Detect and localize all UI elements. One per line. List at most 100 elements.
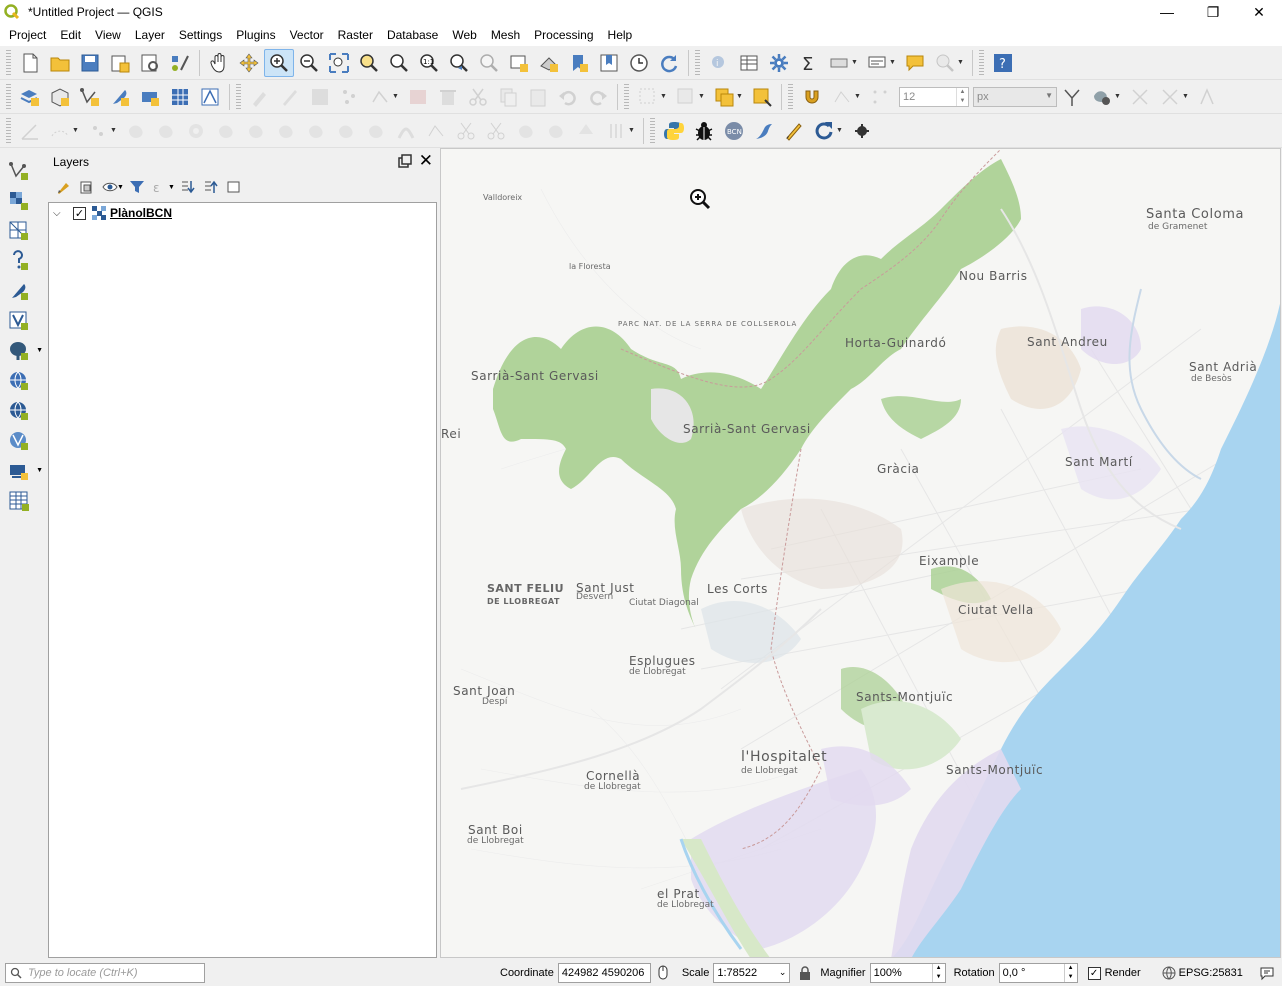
delete-ring-button[interactable] [271, 117, 301, 145]
snapping-type-button[interactable] [827, 83, 857, 111]
delete-selected-button[interactable] [433, 83, 463, 111]
undo-button[interactable] [553, 83, 583, 111]
move-feature-button[interactable] [83, 117, 113, 145]
add-ring-button[interactable] [181, 117, 211, 145]
pan-to-selection-button[interactable] [234, 49, 264, 77]
menu-help[interactable]: Help [601, 28, 640, 42]
delete-part-button[interactable] [301, 117, 331, 145]
statistical-summary-button[interactable]: Σ [794, 49, 824, 77]
snapping-unit-select[interactable]: px ▼ [973, 86, 1057, 107]
snapping-intersection-button[interactable] [1125, 83, 1155, 111]
rotate-point-symbols-button[interactable] [571, 117, 601, 145]
zoom-to-selection-button[interactable] [354, 49, 384, 77]
menu-vector[interactable]: Vector [283, 28, 331, 42]
merge-features-button[interactable] [511, 117, 541, 145]
plugin-settings-button[interactable] [847, 117, 877, 145]
spin-arrows-icon[interactable]: ▲ ▼ [956, 87, 968, 106]
help-button[interactable]: ? [988, 49, 1018, 77]
enable-snapping-button[interactable] [797, 83, 827, 111]
zoom-next-button[interactable] [474, 49, 504, 77]
crs-label[interactable]: EPSG:25831 [1179, 967, 1243, 979]
digitizing-pen-button[interactable] [779, 117, 809, 145]
add-raster-layer-button[interactable] [4, 186, 34, 216]
dragon-plugin-button[interactable] [749, 117, 779, 145]
spin-arrows-icon[interactable]: ▲ ▼ [1063, 964, 1077, 982]
add-mesh-layer-button[interactable] [4, 216, 34, 246]
new-bookmark-button[interactable] [564, 49, 594, 77]
identify-features-button[interactable]: i [704, 49, 734, 77]
mouse-toggle-icon[interactable] [654, 964, 672, 982]
scale-select[interactable]: 1:78522 ⌄ [713, 963, 791, 983]
refresh-button[interactable] [654, 49, 684, 77]
temporal-controller-button[interactable] [624, 49, 654, 77]
open-layer-styling-button[interactable] [52, 176, 75, 198]
deselect-features-button[interactable] [709, 83, 739, 111]
add-vector-layer-button[interactable] [4, 156, 34, 186]
add-postgis-layer-button[interactable]: ▼ [4, 336, 43, 366]
menu-view[interactable]: View [88, 28, 128, 42]
filter-legend-button[interactable] [126, 176, 149, 198]
new-mesh-layer-button[interactable] [195, 83, 225, 111]
menu-raster[interactable]: Raster [331, 28, 380, 42]
globe-icon[interactable] [1161, 965, 1177, 981]
modify-attributes-button[interactable] [403, 83, 433, 111]
layer-row[interactable]: ⌵ ✓ PlànolBCN [49, 203, 436, 223]
postgis-dropdown-icon[interactable]: ▼ [36, 347, 43, 354]
toggle-editing-button[interactable] [275, 83, 305, 111]
spatial-bookmark-search-button[interactable] [930, 49, 960, 77]
split-features-button[interactable] [451, 117, 481, 145]
digitize-point-button[interactable] [335, 83, 365, 111]
add-wcs-layer-button[interactable] [4, 396, 34, 426]
zoom-full-button[interactable] [324, 49, 354, 77]
new-geopackage-layer-button[interactable] [45, 83, 75, 111]
coordinate-field[interactable]: 424982 4590206 [557, 963, 651, 983]
add-spatialite-layer-button[interactable] [4, 276, 34, 306]
collapse-all-button[interactable] [200, 176, 223, 198]
render-checkbox[interactable]: ✓ [1087, 966, 1101, 980]
chevron-down-icon[interactable]: ⌵ [53, 208, 67, 219]
avoid-overlap-button[interactable] [1087, 83, 1117, 111]
advanced-digitizing-button[interactable] [15, 117, 45, 145]
map-tips-button[interactable] [900, 49, 930, 77]
map-themes-dropdown-icon[interactable]: ▼ [117, 184, 124, 191]
topological-editing-button[interactable] [1057, 83, 1087, 111]
refresh-plugin-button[interactable] [809, 117, 839, 145]
filter-expression-dropdown-icon[interactable]: ▼ [168, 184, 175, 191]
new-shapefile-layer-button[interactable] [75, 83, 105, 111]
pan-map-button[interactable] [204, 49, 234, 77]
current-edits-button[interactable] [245, 83, 275, 111]
new-print-layout-button[interactable] [105, 49, 135, 77]
new-project-button[interactable] [15, 49, 45, 77]
vertex-tool-button[interactable] [365, 83, 395, 111]
new-3d-map-view-button[interactable] [534, 49, 564, 77]
messages-icon[interactable] [1259, 965, 1275, 981]
simplify-feature-button[interactable] [151, 117, 181, 145]
menu-mesh[interactable]: Mesh [484, 28, 527, 42]
virtual-raster-dropdown-icon[interactable]: ▼ [36, 467, 43, 474]
menu-project[interactable]: Project [2, 28, 53, 42]
select-location-button[interactable] [747, 83, 777, 111]
annotation-button[interactable] [862, 49, 892, 77]
new-temporary-scratch-layer-button[interactable] [105, 83, 135, 111]
merge-attributes-button[interactable] [541, 117, 571, 145]
locator-search-input[interactable]: Type to locate (Ctrl+K) [5, 963, 205, 983]
float-icon[interactable] [397, 153, 413, 169]
zoom-to-layer-button[interactable] [384, 49, 414, 77]
snapping-mode-button[interactable] [865, 83, 895, 111]
measure-area-button[interactable] [824, 49, 854, 77]
new-map-view-button[interactable] [504, 49, 534, 77]
add-group-button[interactable] [75, 176, 98, 198]
split-parts-button[interactable] [481, 117, 511, 145]
add-wms-layer-button[interactable] [4, 366, 34, 396]
save-project-button[interactable] [75, 49, 105, 77]
offset-point-symbols-button[interactable] [601, 117, 631, 145]
cut-features-button[interactable] [463, 83, 493, 111]
spin-arrows-icon[interactable]: ▲ ▼ [931, 964, 945, 982]
select-features-button[interactable] [633, 83, 663, 111]
layer-name[interactable]: PlànolBCN [110, 206, 172, 220]
redo-button[interactable] [583, 83, 613, 111]
menu-plugins[interactable]: Plugins [229, 28, 282, 42]
paste-features-button[interactable] [523, 83, 553, 111]
tracing-button[interactable] [1193, 83, 1223, 111]
restore-button[interactable]: ❐ [1190, 0, 1236, 24]
